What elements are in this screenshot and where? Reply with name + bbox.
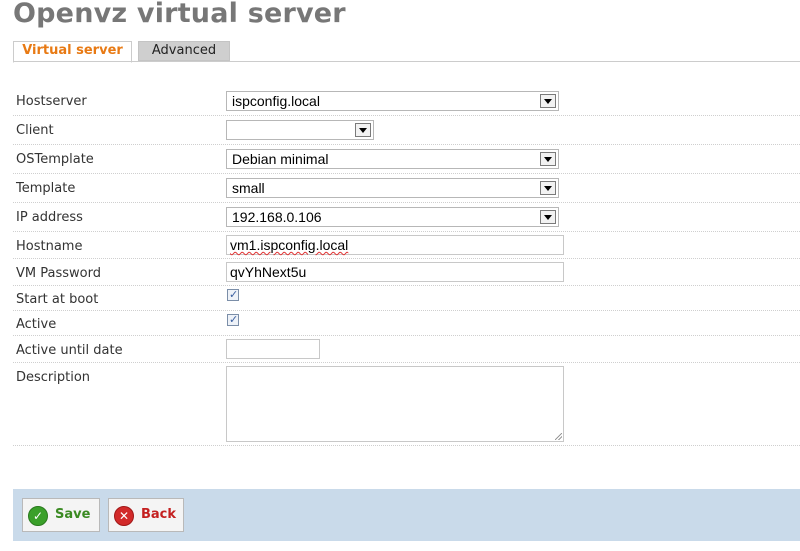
form-row-active: Active ✓ — [13, 310, 800, 336]
chevron-down-icon — [540, 210, 556, 224]
active-until-date-label: Active until date — [16, 343, 123, 358]
chevron-down-icon — [540, 94, 556, 108]
vm-password-value: qvYhNext5u — [230, 264, 307, 280]
tab-divider — [13, 61, 800, 62]
start-at-boot-checkbox[interactable]: ✓ — [227, 288, 239, 301]
chevron-down-icon — [540, 152, 556, 166]
template-select[interactable]: small — [226, 178, 559, 198]
hostserver-label: Hostserver — [16, 94, 87, 109]
tab-virtual-server[interactable]: Virtual server — [13, 41, 132, 63]
form-row-ostemplate: OSTemplate Debian minimal — [13, 144, 800, 174]
save-button-label: Save — [55, 507, 91, 522]
form-row-client: Client — [13, 115, 800, 145]
back-button-label: Back — [141, 507, 177, 522]
form-row-active-until-date: Active until date — [13, 335, 800, 363]
template-value: small — [232, 180, 265, 196]
hostname-label: Hostname — [16, 239, 83, 254]
x-circle-icon: ✕ — [114, 506, 134, 526]
check-icon: ✓ — [229, 313, 239, 326]
save-button[interactable]: ✓ Save — [22, 498, 100, 532]
start-at-boot-label: Start at boot — [16, 292, 99, 307]
active-label: Active — [16, 317, 57, 332]
ostemplate-select[interactable]: Debian minimal — [226, 149, 559, 169]
active-checkbox[interactable]: ✓ — [227, 313, 239, 326]
hostname-value: vm1.ispconfig.local — [230, 237, 349, 253]
template-label: Template — [16, 181, 76, 196]
ip-address-select[interactable]: 192.168.0.106 — [226, 207, 559, 227]
client-select[interactable] — [226, 120, 374, 140]
form-row-hostserver: Hostserver ispconfig.local — [13, 86, 800, 116]
hostserver-value: ispconfig.local — [232, 93, 320, 109]
check-icon: ✓ — [229, 288, 239, 301]
hostname-input[interactable]: vm1.ispconfig.local — [226, 235, 564, 255]
ip-address-value: 192.168.0.106 — [232, 209, 322, 225]
resize-handle-icon[interactable] — [555, 433, 562, 440]
ostemplate-value: Debian minimal — [232, 151, 329, 167]
back-button[interactable]: ✕ Back — [108, 498, 184, 532]
vm-password-label: VM Password — [16, 266, 101, 281]
description-label: Description — [16, 370, 91, 385]
form-row-ip-address: IP address 192.168.0.106 — [13, 202, 800, 232]
ostemplate-label: OSTemplate — [16, 152, 94, 167]
form-row-vm-password: VM Password qvYhNext5u — [13, 258, 800, 286]
form-row-hostname: Hostname vm1.ispconfig.local — [13, 231, 800, 259]
ip-address-label: IP address — [16, 210, 83, 225]
form-actions-bar: ✓ Save ✕ Back — [13, 489, 800, 541]
hostserver-select[interactable]: ispconfig.local — [226, 91, 559, 111]
chevron-down-icon — [355, 123, 371, 137]
active-until-date-input[interactable] — [226, 339, 320, 359]
client-label: Client — [16, 123, 54, 138]
form-row-template: Template small — [13, 173, 800, 203]
page-title: Openvz virtual server — [13, 0, 346, 29]
chevron-down-icon — [540, 181, 556, 195]
description-textarea[interactable] — [226, 366, 564, 442]
tab-advanced[interactable]: Advanced — [138, 41, 230, 61]
vm-password-input[interactable]: qvYhNext5u — [226, 262, 564, 282]
form-row-start-at-boot: Start at boot ✓ — [13, 285, 800, 311]
form-row-description: Description — [13, 362, 800, 446]
check-circle-icon: ✓ — [28, 506, 48, 526]
